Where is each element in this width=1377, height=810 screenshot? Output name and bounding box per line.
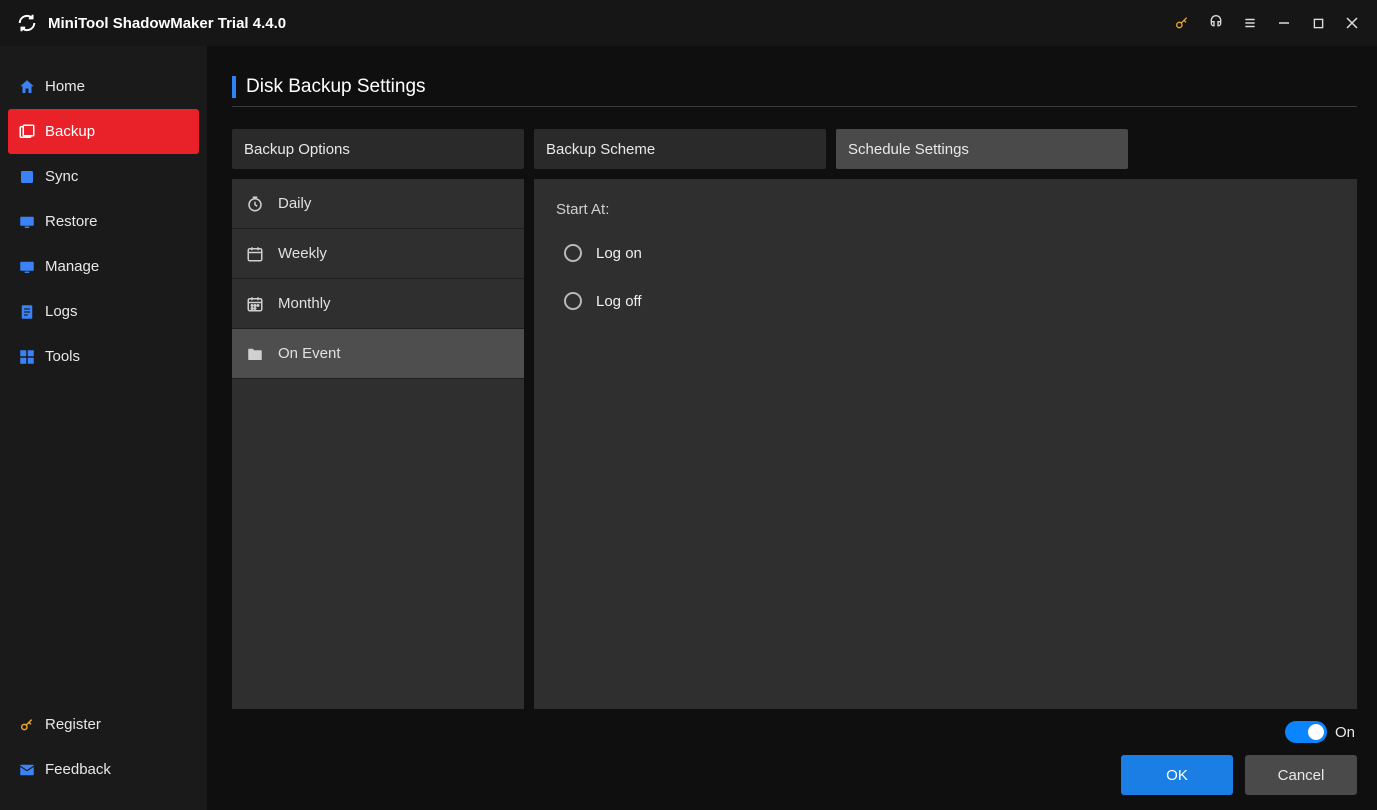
sidebar-item-feedback[interactable]: Feedback bbox=[0, 747, 207, 792]
content-row: Daily Weekly Monthly bbox=[232, 179, 1357, 709]
sync-icon bbox=[18, 168, 36, 186]
sidebar-item-label: Manage bbox=[45, 258, 99, 275]
media-icon[interactable] bbox=[1199, 6, 1233, 40]
main-panel: Disk Backup Settings Backup Options Back… bbox=[207, 46, 1377, 810]
schedule-mode-label: Weekly bbox=[278, 245, 327, 262]
register-key-icon bbox=[18, 716, 36, 734]
ok-button[interactable]: OK bbox=[1121, 755, 1233, 795]
app-window: MiniTool ShadowMaker Trial 4.4.0 bbox=[0, 0, 1377, 810]
sidebar-item-backup[interactable]: Backup bbox=[8, 109, 199, 154]
tools-icon bbox=[18, 348, 36, 366]
tab-backup-scheme[interactable]: Backup Scheme bbox=[534, 129, 826, 169]
close-button[interactable] bbox=[1335, 6, 1369, 40]
radio-log-off[interactable]: Log off bbox=[564, 292, 1335, 310]
schedule-toggle[interactable] bbox=[1285, 721, 1327, 743]
logs-icon bbox=[18, 303, 36, 321]
feedback-mail-icon bbox=[18, 761, 36, 779]
sidebar-item-manage[interactable]: Manage bbox=[0, 244, 207, 289]
schedule-mode-daily[interactable]: Daily bbox=[232, 179, 524, 229]
radio-circle-icon bbox=[564, 244, 582, 262]
sidebar-item-home[interactable]: Home bbox=[0, 64, 207, 109]
sidebar-item-label: Logs bbox=[45, 303, 78, 320]
radio-log-on[interactable]: Log on bbox=[564, 244, 1335, 262]
schedule-mode-label: Monthly bbox=[278, 295, 331, 312]
key-icon[interactable] bbox=[1165, 6, 1199, 40]
page-title: Disk Backup Settings bbox=[246, 76, 426, 98]
button-label: OK bbox=[1166, 767, 1188, 784]
restore-icon bbox=[18, 213, 36, 231]
sidebar-item-label: Restore bbox=[45, 213, 98, 230]
radio-label: Log off bbox=[596, 293, 642, 310]
titlebar: MiniTool ShadowMaker Trial 4.4.0 bbox=[0, 0, 1377, 46]
toggle-label: On bbox=[1335, 724, 1355, 741]
footer-buttons: OK Cancel bbox=[232, 755, 1357, 795]
sidebar-item-register[interactable]: Register bbox=[0, 702, 207, 747]
menu-icon[interactable] bbox=[1233, 6, 1267, 40]
cancel-button[interactable]: Cancel bbox=[1245, 755, 1357, 795]
sidebar-item-label: Sync bbox=[45, 168, 78, 185]
tab-label: Schedule Settings bbox=[848, 141, 969, 158]
calendar-week-icon bbox=[246, 245, 264, 263]
sidebar-item-label: Register bbox=[45, 716, 101, 733]
footer: On bbox=[232, 709, 1357, 743]
backup-icon bbox=[18, 123, 36, 141]
radio-label: Log on bbox=[596, 245, 642, 262]
schedule-mode-on-event[interactable]: On Event bbox=[232, 329, 524, 379]
sidebar-item-logs[interactable]: Logs bbox=[0, 289, 207, 334]
tabs: Backup Options Backup Scheme Schedule Se… bbox=[232, 129, 1357, 169]
home-icon bbox=[18, 78, 36, 96]
sidebar-item-label: Feedback bbox=[45, 761, 111, 778]
tab-backup-options[interactable]: Backup Options bbox=[232, 129, 524, 169]
body: Home Backup Sync Restore bbox=[0, 46, 1377, 810]
folder-event-icon bbox=[246, 345, 264, 363]
app-logo-icon bbox=[16, 12, 38, 34]
sidebar-item-label: Tools bbox=[45, 348, 80, 365]
tab-label: Backup Scheme bbox=[546, 141, 655, 158]
schedule-mode-label: Daily bbox=[278, 195, 311, 212]
schedule-mode-label: On Event bbox=[278, 345, 341, 362]
calendar-month-icon bbox=[246, 295, 264, 313]
schedule-mode-monthly[interactable]: Monthly bbox=[232, 279, 524, 329]
sidebar: Home Backup Sync Restore bbox=[0, 46, 207, 810]
radio-circle-icon bbox=[564, 292, 582, 310]
schedule-mode-weekly[interactable]: Weekly bbox=[232, 229, 524, 279]
sidebar-item-sync[interactable]: Sync bbox=[0, 154, 207, 199]
title-divider bbox=[232, 106, 1357, 107]
sidebar-item-tools[interactable]: Tools bbox=[0, 334, 207, 379]
start-at-label: Start At: bbox=[556, 201, 1335, 218]
maximize-button[interactable] bbox=[1301, 6, 1335, 40]
clock-icon bbox=[246, 195, 264, 213]
sidebar-item-label: Home bbox=[45, 78, 85, 95]
title-accent-bar bbox=[232, 76, 236, 98]
sidebar-item-label: Backup bbox=[45, 123, 95, 140]
page-title-row: Disk Backup Settings bbox=[232, 76, 1357, 98]
manage-icon bbox=[18, 258, 36, 276]
sidebar-item-restore[interactable]: Restore bbox=[0, 199, 207, 244]
schedule-detail-panel: Start At: Log on Log off bbox=[534, 179, 1357, 709]
app-title: MiniTool ShadowMaker Trial 4.4.0 bbox=[48, 15, 286, 32]
schedule-toggle-wrap: On bbox=[1285, 721, 1355, 743]
tab-schedule-settings[interactable]: Schedule Settings bbox=[836, 129, 1128, 169]
tab-label: Backup Options bbox=[244, 141, 350, 158]
minimize-button[interactable] bbox=[1267, 6, 1301, 40]
schedule-mode-list: Daily Weekly Monthly bbox=[232, 179, 524, 709]
button-label: Cancel bbox=[1278, 767, 1325, 784]
